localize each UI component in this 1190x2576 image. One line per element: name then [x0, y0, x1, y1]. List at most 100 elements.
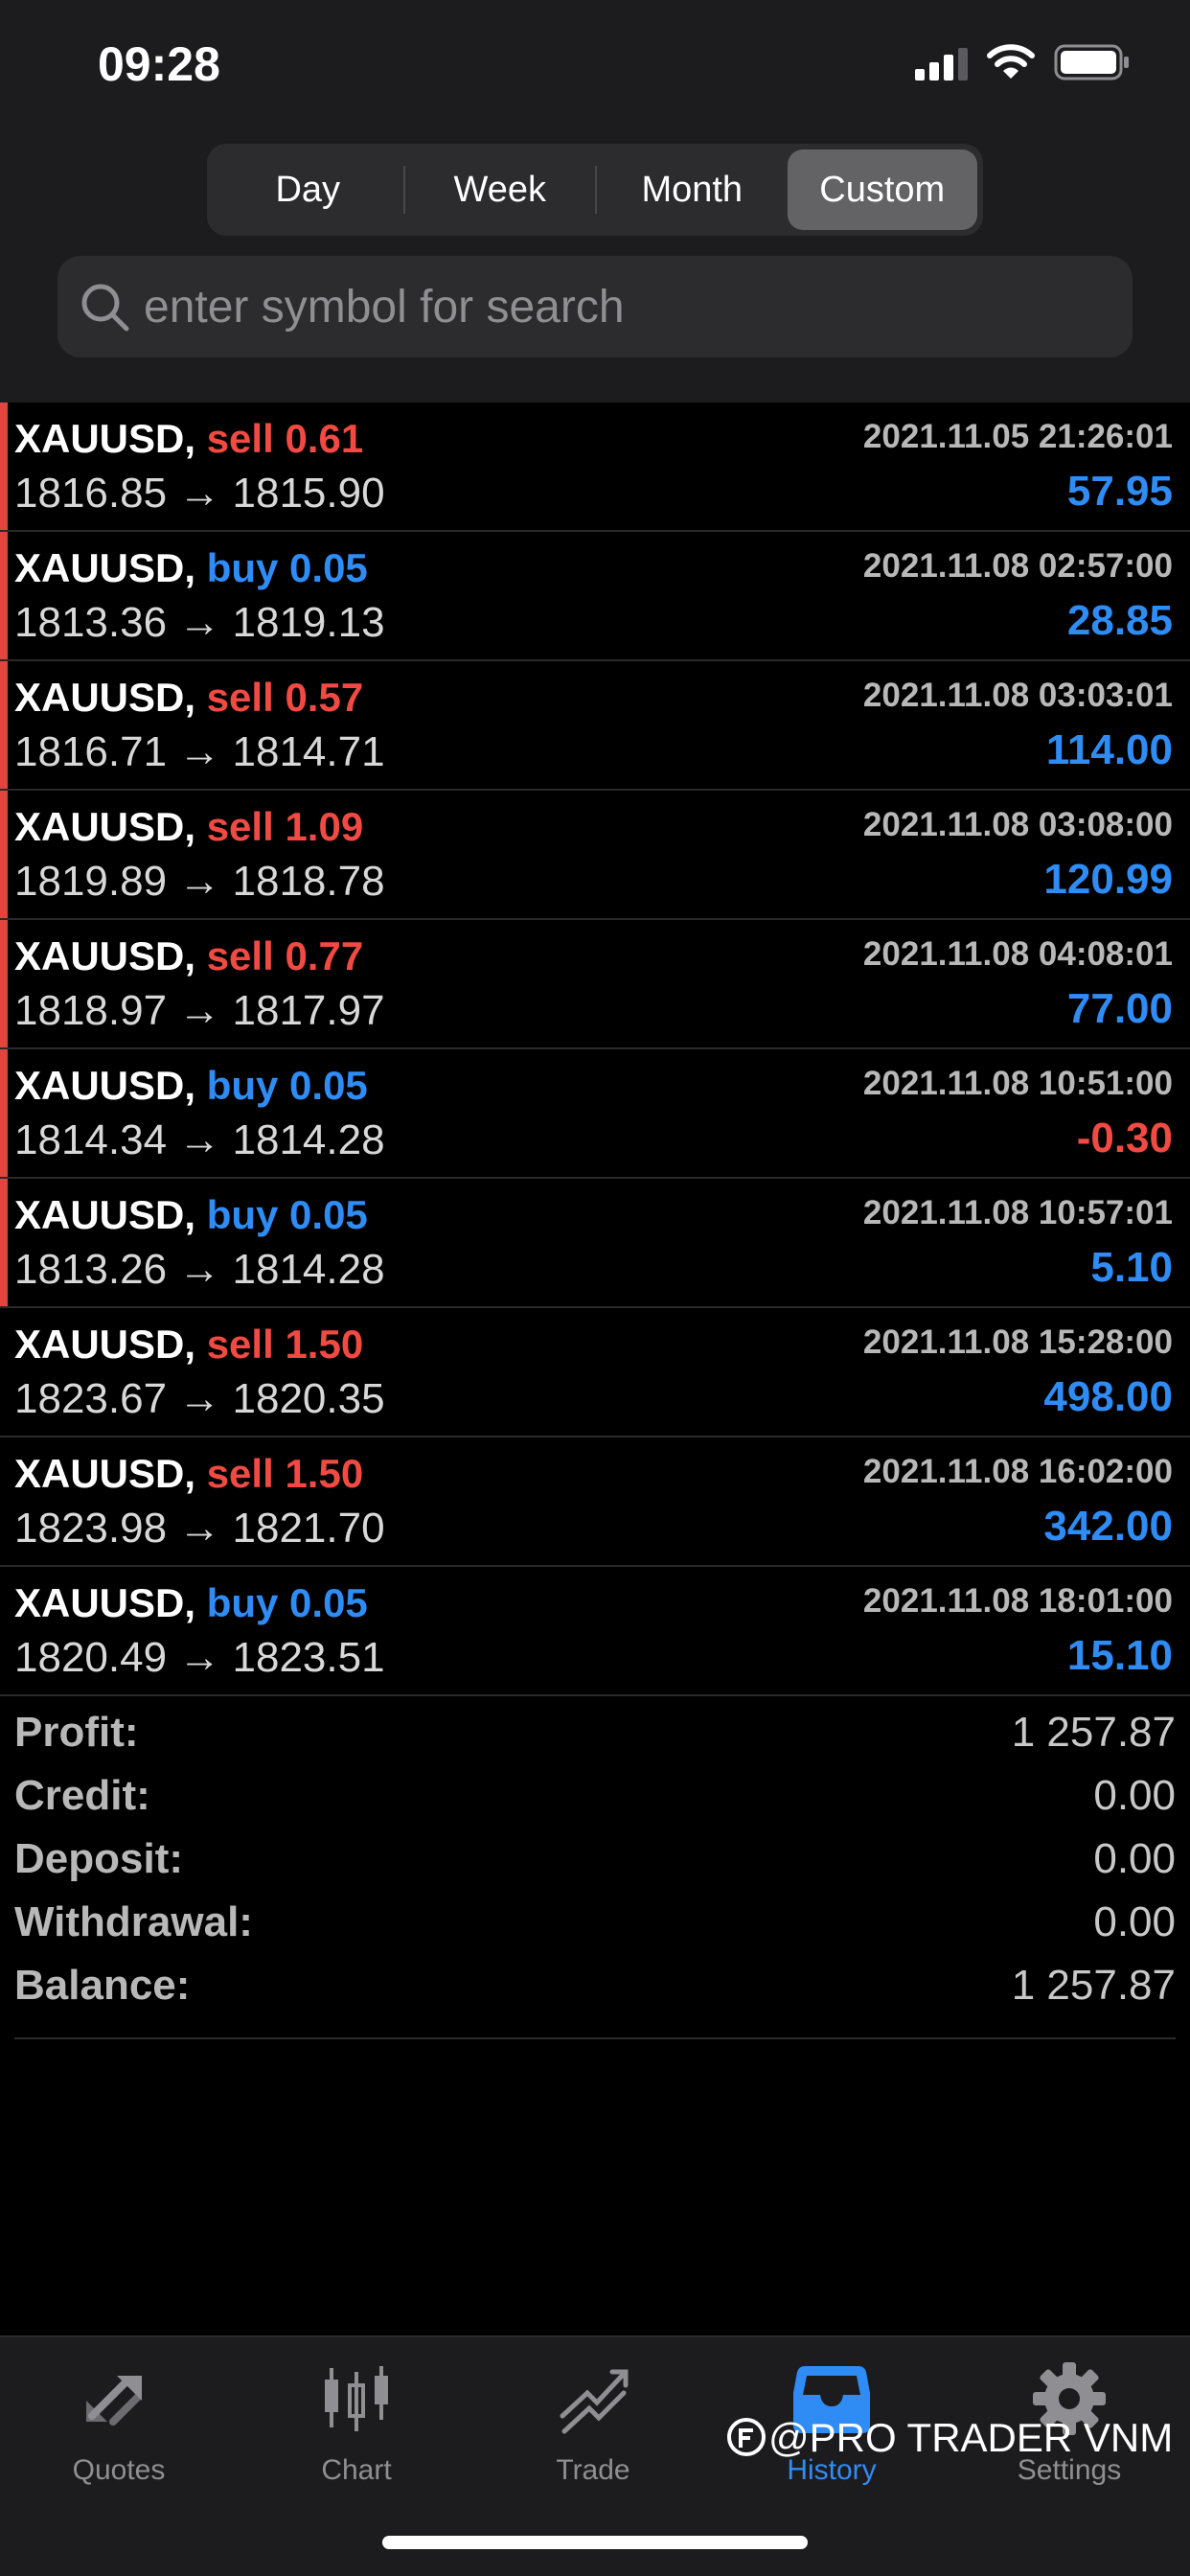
segment-week[interactable]: Week — [405, 150, 596, 230]
top-header: 09:28 Day Week Month Custom — [0, 0, 1190, 402]
summary-row: Profit: 1 257.87 — [14, 1701, 1176, 1764]
summary-label: Deposit: — [14, 1835, 183, 1882]
deal-type-label: sell — [206, 933, 274, 978]
deal-row[interactable]: XAUUSD, buy 0.05 1820.49 → 1823.51 2021.11… — [0, 1567, 1190, 1696]
deal-volume: 0.57 — [285, 675, 364, 720]
deal-time: 2021.11.05 21:26:01 — [862, 418, 1173, 455]
home-indicator — [382, 2536, 808, 2549]
deal-type-label: buy — [206, 1063, 279, 1108]
deal-volume: 0.05 — [289, 1192, 368, 1237]
deal-prices: 1813.36 → 1819.13 — [14, 599, 385, 646]
deal-symbol: XAUUSD, buy 0.05 — [14, 1580, 368, 1626]
tab-quotes[interactable]: Quotes — [23, 2358, 215, 2502]
deal-profit: 5.10 — [1090, 1244, 1173, 1291]
segment-custom[interactable]: Custom — [787, 150, 977, 230]
deal-type: buy 0.05 — [207, 1063, 368, 1108]
deal-symbol-name: XAUUSD, — [14, 1322, 196, 1367]
deal-symbol: XAUUSD, buy 0.05 — [14, 1063, 368, 1109]
deal-symbol: XAUUSD, buy 0.05 — [14, 545, 368, 591]
deal-symbol-name: XAUUSD, — [14, 1580, 196, 1625]
summary-label: Profit: — [14, 1709, 139, 1756]
tab-trade[interactable]: Trade — [497, 2358, 689, 2502]
brand-logo-icon — [727, 2418, 766, 2456]
deal-symbol-name: XAUUSD, — [14, 1451, 196, 1496]
deal-prices: 1820.49 → 1823.51 — [14, 1634, 385, 1681]
deal-type: sell 1.50 — [207, 1451, 363, 1496]
status-bar: 09:28 — [0, 0, 1190, 134]
summary-value: 0.00 — [1093, 1772, 1176, 1819]
deal-list: XAUUSD, sell 0.61 1816.85 → 1815.90 2021.1… — [0, 402, 1190, 1696]
deal-prices: 1823.98 → 1821.70 — [14, 1505, 385, 1552]
deal-time: 2021.11.08 18:01:00 — [862, 1582, 1173, 1620]
deal-row[interactable]: XAUUSD, sell 1.09 1819.89 → 1818.78 2021.1… — [0, 791, 1190, 920]
deal-type: buy 0.05 — [207, 1580, 368, 1625]
deal-time: 2021.11.08 02:57:00 — [862, 547, 1173, 585]
watermark-text: @PRO TRADER VNM — [768, 2415, 1174, 2460]
deal-time: 2021.11.08 10:57:01 — [862, 1194, 1173, 1231]
deal-symbol: XAUUSD, buy 0.05 — [14, 1192, 368, 1238]
search-input[interactable] — [144, 256, 1102, 357]
deal-symbol-name: XAUUSD, — [14, 804, 196, 849]
battery-icon — [1054, 44, 1129, 80]
segment-month[interactable]: Month — [597, 150, 788, 230]
deal-row[interactable]: XAUUSD, buy 0.05 1814.34 → 1814.28 2021.11… — [0, 1049, 1190, 1179]
period-segmented-control: Day Week Month Custom — [207, 144, 983, 236]
deal-type-label: buy — [206, 1580, 279, 1625]
tab-label: Quotes — [72, 2454, 166, 2486]
deal-time: 2021.11.08 04:08:01 — [862, 935, 1173, 973]
deal-row[interactable]: XAUUSD, sell 0.57 1816.71 → 1814.71 2021.1… — [0, 661, 1190, 791]
tab-label: Chart — [321, 2454, 392, 2486]
deal-type: sell 0.77 — [207, 933, 363, 978]
tab-chart[interactable]: Chart — [261, 2358, 452, 2502]
quotes-icon — [23, 2358, 215, 2439]
deal-symbol: XAUUSD, sell 1.09 — [14, 804, 363, 850]
deal-row[interactable]: XAUUSD, buy 0.05 1813.36 → 1819.13 2021.11… — [0, 532, 1190, 661]
deal-type-label: sell — [206, 804, 274, 849]
summary-section: Profit: 1 257.87 Credit: 0.00 Deposit: 0.00 Wi… — [14, 1701, 1176, 2017]
deal-type-label: sell — [206, 675, 274, 720]
summary-label: Credit: — [14, 1772, 150, 1819]
summary-label: Balance: — [14, 1962, 191, 2009]
deal-type-label: sell — [206, 1322, 274, 1367]
deal-volume: 0.05 — [289, 545, 368, 590]
trade-icon — [497, 2358, 689, 2439]
deal-row[interactable]: XAUUSD, sell 1.50 1823.67 → 1820.35 2021.1… — [0, 1308, 1190, 1438]
deal-row[interactable]: XAUUSD, sell 0.77 1818.97 → 1817.97 2021.1… — [0, 920, 1190, 1049]
summary-value: 1 257.87 — [1011, 1709, 1176, 1756]
deal-time: 2021.11.08 03:08:00 — [862, 806, 1173, 843]
deal-profit: 77.00 — [1066, 985, 1173, 1032]
deal-row[interactable]: XAUUSD, buy 0.05 1813.26 → 1814.28 2021.11… — [0, 1179, 1190, 1308]
search-bar — [57, 256, 1133, 357]
deal-symbol-name: XAUUSD, — [14, 1192, 196, 1237]
deal-time: 2021.11.08 16:02:00 — [862, 1453, 1173, 1490]
summary-value: 0.00 — [1093, 1898, 1176, 1945]
deal-type-label: sell — [206, 416, 274, 461]
tab-label: Trade — [556, 2454, 630, 2486]
deal-time: 2021.11.08 03:03:01 — [862, 677, 1173, 714]
summary-value: 0.00 — [1093, 1835, 1176, 1882]
deal-symbol-name: XAUUSD, — [14, 416, 196, 461]
deal-profit: 342.00 — [1043, 1503, 1173, 1550]
deal-type: sell 1.09 — [207, 804, 363, 849]
summary-row: Deposit: 0.00 — [14, 1828, 1176, 1891]
search-icon — [81, 284, 129, 332]
deal-prices: 1814.34 → 1814.28 — [14, 1116, 385, 1163]
chart-icon — [261, 2358, 452, 2439]
deal-type: sell 0.61 — [207, 416, 363, 461]
deal-symbol-name: XAUUSD, — [14, 1063, 196, 1108]
deal-type-label: buy — [206, 1192, 279, 1237]
deal-row[interactable]: XAUUSD, sell 1.50 1823.98 → 1821.70 2021.1… — [0, 1438, 1190, 1567]
summary-row: Withdrawal: 0.00 — [14, 1891, 1176, 1954]
deal-time: 2021.11.08 15:28:00 — [862, 1323, 1173, 1361]
deal-profit: 120.99 — [1043, 856, 1173, 903]
segment-day[interactable]: Day — [213, 150, 403, 230]
deal-volume: 1.50 — [285, 1322, 364, 1367]
deal-volume: 0.77 — [285, 933, 364, 978]
deal-profit: 114.00 — [1045, 726, 1173, 773]
deal-time: 2021.11.08 10:51:00 — [862, 1065, 1173, 1102]
status-time: 09:28 — [98, 37, 220, 91]
deal-profit: 15.10 — [1066, 1632, 1173, 1679]
deal-row[interactable]: XAUUSD, sell 0.61 1816.85 → 1815.90 2021.1… — [0, 402, 1190, 532]
deal-symbol-name: XAUUSD, — [14, 675, 196, 720]
deal-profit: -0.30 — [1076, 1115, 1173, 1162]
